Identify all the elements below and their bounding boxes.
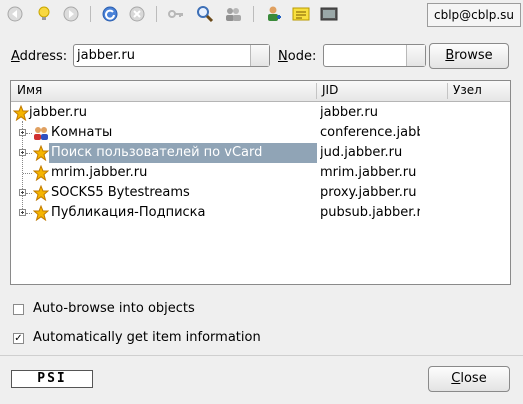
- tree-row-jid: jabber.ru: [320, 105, 378, 120]
- expand-icon[interactable]: [19, 129, 26, 136]
- disco-list[interactable]: Имя JID Узел jabber.ru jabber.ru Комнаты…: [10, 80, 511, 285]
- auto-info-checkbox[interactable]: ✓: [13, 333, 24, 344]
- users-icon: [34, 127, 48, 140]
- tree-row-name: Поиск пользователей по vCard: [51, 145, 263, 160]
- tree-row-jid: mrim.jabber.ru: [320, 165, 417, 180]
- tree-row[interactable]: SOCKS5 Bytestreams proxy.jabber.ru: [11, 183, 510, 203]
- list-header: Имя JID Узел: [11, 81, 510, 102]
- tree-row-selected[interactable]: Поиск пользователей по vCard jud.jabber.…: [11, 143, 510, 163]
- tree-row-name: Комнаты: [51, 125, 113, 140]
- browse-button[interactable]: Browse: [429, 43, 509, 69]
- header-jid[interactable]: JID: [322, 83, 338, 97]
- tree-row[interactable]: Публикация-Подписка pubsub.jabber.ru: [11, 203, 510, 223]
- tree-row-name: SOCKS5 Bytestreams: [51, 185, 190, 200]
- users-icon[interactable]: [224, 5, 242, 23]
- forward-icon[interactable]: [62, 5, 80, 23]
- expand-icon[interactable]: [19, 209, 26, 216]
- star-icon: [13, 105, 29, 121]
- psi-logo: PSI: [11, 370, 93, 388]
- expand-icon[interactable]: [19, 189, 26, 196]
- add-contact-icon[interactable]: [264, 5, 282, 23]
- search-icon[interactable]: [196, 5, 214, 23]
- auto-browse-label[interactable]: Auto-browse into objects: [33, 301, 195, 316]
- address-combobox[interactable]: jabber.ru: [73, 44, 270, 67]
- node-dropdown-button[interactable]: [406, 45, 425, 66]
- address-value: jabber.ru: [77, 48, 135, 63]
- star-icon: [33, 185, 49, 201]
- key-icon[interactable]: [167, 5, 185, 23]
- node-label: Node:: [278, 49, 317, 64]
- star-icon: [33, 205, 49, 221]
- lightbulb-icon[interactable]: [35, 5, 53, 23]
- tree-row-jid: conference.jabbe…: [320, 125, 420, 140]
- divider: [0, 355, 523, 356]
- tree-row-jid: proxy.jabber.ru: [320, 185, 417, 200]
- star-icon: [33, 145, 49, 161]
- tree-row-name: jabber.ru: [29, 105, 87, 120]
- close-button[interactable]: Close: [428, 366, 510, 392]
- address-dropdown-button[interactable]: [250, 45, 269, 66]
- address-label: Address:: [11, 49, 68, 64]
- tree-row-jid: pubsub.jabber.ru: [320, 205, 420, 220]
- terminal-icon[interactable]: [320, 5, 338, 23]
- account-jid[interactable]: cblp@cblp.su: [427, 3, 521, 27]
- header-node[interactable]: Узел: [453, 83, 482, 97]
- tree-row-name: Публикация-Подписка: [51, 205, 206, 220]
- tree-row[interactable]: mrim.jabber.ru mrim.jabber.ru: [11, 163, 510, 183]
- auto-info-label[interactable]: Automatically get item information: [33, 330, 261, 345]
- tree-row[interactable]: Комнаты conference.jabbe…: [11, 123, 510, 143]
- tree-row-root[interactable]: jabber.ru jabber.ru: [11, 103, 510, 123]
- vcard-icon[interactable]: [292, 5, 310, 23]
- expand-icon[interactable]: [19, 149, 26, 156]
- header-name[interactable]: Имя: [17, 83, 42, 97]
- stop-icon[interactable]: [128, 5, 146, 23]
- back-icon[interactable]: [6, 5, 24, 23]
- refresh-icon[interactable]: [101, 5, 119, 23]
- tree-row-jid: jud.jabber.ru: [320, 145, 403, 160]
- star-icon: [33, 165, 49, 181]
- auto-browse-checkbox[interactable]: [13, 304, 24, 315]
- tree-row-name: mrim.jabber.ru: [51, 165, 148, 180]
- node-combobox[interactable]: [323, 44, 426, 67]
